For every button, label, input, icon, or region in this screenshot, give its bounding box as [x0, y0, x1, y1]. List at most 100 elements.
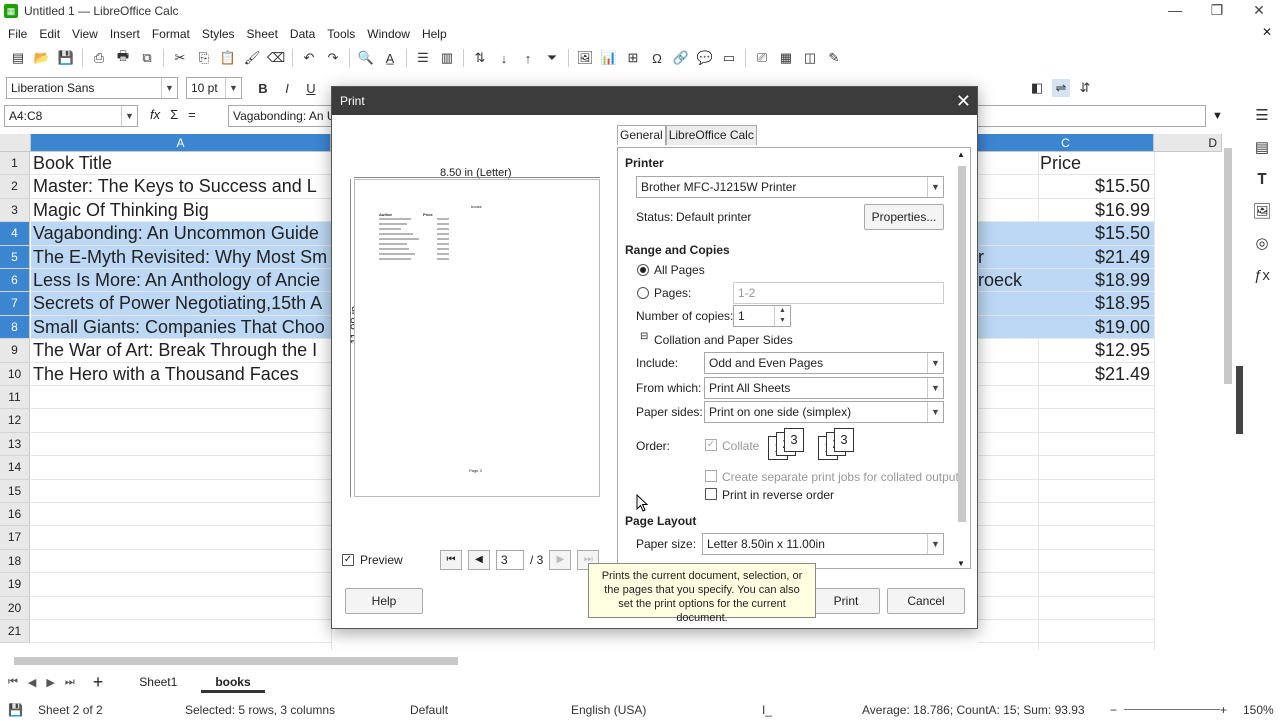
row-header[interactable]: 18: [0, 549, 30, 574]
pivot-table-icon[interactable]: ⊞: [624, 49, 642, 67]
scrollbar-thumb[interactable]: [1224, 148, 1232, 384]
cell-title[interactable]: [31, 550, 331, 574]
sort-ascending-icon[interactable]: ↓: [495, 49, 513, 67]
navigator-icon[interactable]: ◎: [1244, 228, 1280, 260]
conditional-icon[interactable]: ◧: [1028, 79, 1046, 97]
function-wizard-icon[interactable]: fx: [150, 107, 160, 122]
sheet-tab-sheet1[interactable]: Sheet1: [125, 671, 191, 693]
close-document-icon[interactable]: ✕: [1262, 25, 1272, 39]
cell-price[interactable]: [1038, 433, 1154, 457]
redo-icon[interactable]: ↷: [324, 49, 342, 67]
menu-data[interactable]: Data: [290, 27, 315, 41]
vertical-scrollbar[interactable]: [1222, 134, 1234, 652]
zoom-slider[interactable]: [1124, 709, 1220, 710]
zoom-in-icon[interactable]: +: [1220, 703, 1227, 717]
close-window-button[interactable]: ✕: [1238, 0, 1280, 22]
row-header[interactable]: 6: [0, 269, 30, 293]
row-header[interactable]: 11: [0, 386, 30, 410]
collapse-icon[interactable]: ⊟: [640, 331, 648, 342]
cell-title[interactable]: [31, 480, 331, 503]
underline-button[interactable]: U: [302, 79, 320, 97]
cell-author[interactable]: [978, 339, 1038, 363]
menu-sheet[interactable]: Sheet: [247, 27, 278, 41]
cell-author[interactable]: [978, 526, 1038, 550]
minimize-button[interactable]: —: [1154, 0, 1196, 22]
cell-title[interactable]: [31, 456, 331, 480]
cell-author[interactable]: [978, 550, 1038, 574]
paper-sides-select[interactable]: Print on one side (simplex) ▼: [704, 401, 944, 423]
cell-author[interactable]: [978, 409, 1038, 433]
preview-checkbox[interactable]: ✓: [342, 554, 354, 566]
clone-formatting-icon[interactable]: 🖌: [243, 49, 261, 67]
menu-window[interactable]: Window: [367, 27, 410, 41]
cell-title[interactable]: The Hero with a Thousand Faces: [31, 363, 331, 386]
cell-price[interactable]: [1038, 597, 1154, 620]
menu-insert[interactable]: Insert: [110, 27, 140, 41]
cell-price[interactable]: $19.00: [1038, 315, 1154, 340]
freeze-rows-icon[interactable]: ▦: [777, 49, 795, 67]
row-header[interactable]: 16: [0, 503, 30, 527]
define-print-area-icon[interactable]: ⎚: [753, 49, 771, 67]
spelling-icon[interactable]: A̲: [381, 49, 399, 67]
maximize-button[interactable]: ❐: [1196, 0, 1238, 22]
menu-format[interactable]: Format: [152, 27, 190, 41]
cell-price[interactable]: $15.50: [1038, 222, 1154, 246]
menu-tools[interactable]: Tools: [327, 27, 355, 41]
tab-general[interactable]: General: [617, 125, 666, 145]
wrap-text-icon[interactable]: ⇌: [1052, 79, 1070, 97]
comment-icon[interactable]: 💬: [696, 49, 714, 67]
cell-price[interactable]: [1038, 409, 1154, 433]
row-header[interactable]: 5: [0, 245, 30, 269]
cell-price[interactable]: $12.95: [1038, 339, 1154, 363]
column-icon[interactable]: ▥: [438, 49, 456, 67]
scrollbar-thumb[interactable]: [958, 166, 966, 522]
save-icon[interactable]: 💾: [57, 49, 75, 67]
menu-file[interactable]: File: [8, 27, 27, 41]
cell-title[interactable]: Book Title: [31, 152, 331, 176]
font-size-combo[interactable]: 10 pt ▼: [186, 77, 242, 99]
cell-title[interactable]: [31, 386, 331, 410]
cell-price[interactable]: $21.49: [1038, 245, 1154, 269]
styles-icon[interactable]: 𝐓: [1244, 164, 1280, 196]
column-header-a[interactable]: A: [31, 134, 331, 152]
cell-price[interactable]: [1038, 526, 1154, 550]
copies-spinner[interactable]: 1 ▲ ▼: [733, 305, 791, 327]
cell-author[interactable]: roeck: [978, 269, 1038, 293]
cell-author[interactable]: [978, 597, 1038, 620]
cell-title[interactable]: The E-Myth Revisited: Why Most Sm: [31, 245, 331, 269]
menu-help[interactable]: Help: [422, 27, 447, 41]
page-number-input[interactable]: 3: [496, 550, 524, 570]
row-header[interactable]: 4: [0, 222, 30, 246]
paper-size-select[interactable]: Letter 8.50in x 11.00in ▼: [702, 533, 944, 555]
cell-author[interactable]: [978, 199, 1038, 223]
cell-title[interactable]: [31, 597, 331, 620]
first-page-button[interactable]: ⏮: [440, 550, 462, 570]
cell-price[interactable]: Price: [1038, 152, 1154, 176]
cell-price[interactable]: [1038, 480, 1154, 503]
undo-icon[interactable]: ↶: [300, 49, 318, 67]
font-name-combo[interactable]: Liberation Sans ▼: [6, 77, 178, 99]
cell-author[interactable]: [978, 363, 1038, 386]
collation-section-label[interactable]: Collation and Paper Sides: [654, 333, 793, 347]
previous-page-button[interactable]: ◀: [468, 550, 490, 570]
cell-author[interactable]: r: [978, 245, 1038, 269]
previous-sheet-icon[interactable]: ◀: [28, 676, 36, 689]
cell-title[interactable]: [31, 409, 331, 433]
pages-range-input[interactable]: 1-2: [733, 282, 944, 304]
cell-price[interactable]: $21.49: [1038, 363, 1154, 386]
row-header[interactable]: 17: [0, 526, 30, 550]
cell-title[interactable]: [31, 503, 331, 527]
row-header[interactable]: 2: [0, 175, 30, 199]
cut-icon[interactable]: ✂: [171, 49, 189, 67]
preview-toggle[interactable]: ✓ Preview: [342, 553, 403, 567]
autofilter-icon[interactable]: ⏷: [543, 49, 561, 67]
print-icon[interactable]: 🖶: [114, 48, 132, 67]
properties-button[interactable]: Properties...: [864, 204, 944, 230]
row-header[interactable]: 3: [0, 198, 30, 223]
cell-price[interactable]: $18.99: [1038, 269, 1154, 293]
cell-price[interactable]: [1038, 386, 1154, 410]
cell-price[interactable]: [1038, 503, 1154, 527]
cell-price[interactable]: [1038, 573, 1154, 597]
print-button[interactable]: Print: [812, 588, 880, 614]
cell-title[interactable]: Master: The Keys to Success and L: [31, 175, 331, 199]
